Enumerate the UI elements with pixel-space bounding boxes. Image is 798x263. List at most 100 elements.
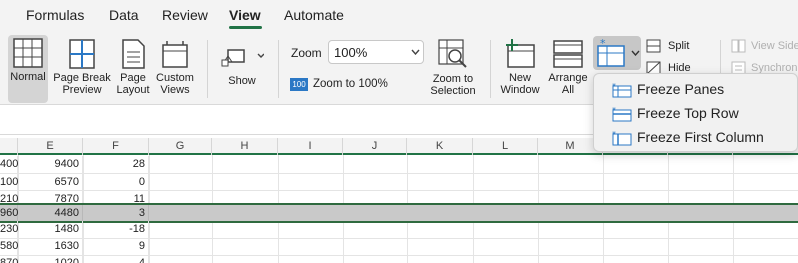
view-side-label: View Side bbox=[751, 40, 798, 52]
cell-d[interactable]: 960 bbox=[0, 205, 18, 222]
menu-item-freeze-panes[interactable]: * Freeze Panes bbox=[600, 78, 795, 100]
view-side-icon bbox=[731, 39, 746, 53]
new-window-icon bbox=[506, 39, 535, 68]
selected-table-row[interactable]: 960 4480 3 bbox=[0, 203, 798, 223]
freeze-top-row-icon: * bbox=[612, 106, 632, 122]
new-window-label-1: New bbox=[508, 72, 531, 84]
show-button[interactable]: Show bbox=[218, 36, 266, 87]
cell-d[interactable]: 870 bbox=[0, 255, 18, 263]
cell-f[interactable]: 4 bbox=[83, 255, 149, 263]
table-row[interactable]: 400 9400 28 bbox=[0, 156, 798, 174]
zoom-to-selection-button[interactable]: Zoom to Selection bbox=[426, 36, 480, 97]
column-header[interactable]: G bbox=[149, 138, 212, 155]
ribbon-separator bbox=[278, 40, 279, 98]
custom-views-label-1: Custom bbox=[156, 72, 194, 84]
column-header[interactable]: E bbox=[18, 138, 83, 155]
svg-text:*: * bbox=[612, 82, 616, 91]
normal-view-button[interactable]: Normal bbox=[8, 35, 48, 103]
zoom-selection-icon bbox=[438, 39, 467, 68]
freeze-first-column-icon: * bbox=[612, 130, 632, 146]
column-header[interactable]: L bbox=[473, 138, 538, 155]
column-header[interactable]: K bbox=[407, 138, 473, 155]
zoom-selection-label-1: Zoom to bbox=[432, 73, 474, 85]
svg-text:*: * bbox=[612, 130, 616, 139]
page-layout-icon bbox=[122, 39, 145, 69]
cell-f[interactable]: 0 bbox=[83, 173, 149, 191]
column-header[interactable]: H bbox=[212, 138, 278, 155]
ribbon-separator bbox=[490, 40, 491, 98]
active-tab-indicator bbox=[229, 26, 262, 29]
arrange-all-label-2: All bbox=[561, 84, 575, 96]
svg-text:*: * bbox=[600, 38, 606, 50]
chevron-down-icon bbox=[631, 50, 640, 56]
page-break-label-2: Preview bbox=[62, 84, 102, 96]
zoom-value: 100% bbox=[334, 45, 368, 60]
freeze-panes-menu: * Freeze Panes * Freeze Top Row * Freeze… bbox=[593, 73, 798, 152]
zoom-label: Zoom bbox=[291, 46, 322, 60]
arrange-all-label-1: Arrange bbox=[548, 72, 588, 84]
cell-d[interactable]: 580 bbox=[0, 238, 18, 255]
cell-f[interactable]: 3 bbox=[83, 205, 149, 222]
zoom-100-icon: 100 bbox=[290, 78, 308, 91]
custom-views-label-2: Views bbox=[160, 84, 190, 96]
cell-f[interactable]: 28 bbox=[83, 156, 149, 173]
custom-views-button[interactable]: Custom Views bbox=[154, 36, 196, 96]
zoom-to-100-label: Zoom to 100% bbox=[313, 78, 388, 90]
page-break-label-1: Page Break bbox=[53, 72, 111, 84]
zoom-selection-label-2: Selection bbox=[430, 85, 476, 97]
split-label: Split bbox=[668, 40, 690, 52]
freeze-top-row-label: Freeze Top Row bbox=[637, 105, 739, 121]
cell-e[interactable]: 1020 bbox=[18, 255, 83, 263]
freeze-panes-icon: * bbox=[612, 82, 632, 98]
arrange-all-icon bbox=[553, 40, 583, 68]
normal-view-icon bbox=[13, 38, 43, 68]
page-layout-button[interactable]: Page Layout bbox=[114, 36, 152, 96]
tab-automate[interactable]: Automate bbox=[284, 7, 344, 23]
show-icon bbox=[221, 49, 264, 67]
tab-review[interactable]: Review bbox=[162, 7, 208, 23]
table-row[interactable]: 870 1020 4 bbox=[0, 255, 798, 263]
freeze-panes-button[interactable]: * bbox=[593, 36, 641, 70]
cell-e[interactable]: 1630 bbox=[18, 238, 83, 255]
column-header[interactable]: F bbox=[83, 138, 149, 155]
ribbon-tab-bar: Formulas Data Review View Automate bbox=[0, 0, 798, 32]
freeze-panes-label: Freeze Panes bbox=[637, 81, 725, 97]
tab-formulas[interactable]: Formulas bbox=[26, 7, 84, 23]
cell-e[interactable]: 9400 bbox=[18, 156, 83, 173]
freeze-panes-icon: * bbox=[597, 38, 625, 67]
page-layout-label-1: Page bbox=[120, 72, 146, 84]
page-break-icon bbox=[69, 39, 95, 69]
excel-window: Formulas Data Review View Automate Norma… bbox=[0, 0, 798, 263]
table-row[interactable]: 230 1480 -18 bbox=[0, 221, 798, 239]
cell-d[interactable]: 100 bbox=[0, 173, 18, 191]
new-window-button[interactable]: New Window bbox=[498, 36, 542, 96]
custom-views-icon bbox=[162, 41, 188, 68]
tab-data[interactable]: Data bbox=[109, 7, 139, 23]
chevron-down-icon bbox=[411, 49, 420, 55]
column-header[interactable]: I bbox=[278, 138, 343, 155]
page-break-preview-button[interactable]: Page Break Preview bbox=[52, 36, 112, 96]
zoom-select[interactable]: 100% bbox=[328, 40, 424, 64]
page-layout-label-2: Layout bbox=[116, 84, 150, 96]
cell-e[interactable]: 1480 bbox=[18, 221, 83, 238]
cell-e[interactable]: 4480 bbox=[18, 205, 83, 222]
column-header-d[interactable] bbox=[0, 138, 18, 155]
column-header[interactable]: J bbox=[343, 138, 407, 155]
arrange-all-button[interactable]: Arrange All bbox=[546, 36, 590, 96]
svg-text:*: * bbox=[612, 106, 616, 115]
cell-d[interactable]: 230 bbox=[0, 221, 18, 238]
cell-e[interactable]: 6570 bbox=[18, 173, 83, 191]
new-window-label-2: Window bbox=[500, 84, 540, 96]
menu-item-freeze-first-column[interactable]: * Freeze First Column bbox=[600, 126, 795, 148]
tab-view[interactable]: View bbox=[229, 7, 261, 23]
show-label: Show bbox=[228, 75, 256, 87]
table-row[interactable]: 580 1630 9 bbox=[0, 238, 798, 256]
cell-f[interactable]: 9 bbox=[83, 238, 149, 255]
cell-d[interactable]: 400 bbox=[0, 156, 18, 173]
ribbon-separator bbox=[207, 40, 208, 98]
normal-label: Normal bbox=[10, 71, 46, 83]
menu-item-freeze-top-row[interactable]: * Freeze Top Row bbox=[600, 102, 795, 124]
table-row[interactable]: 100 6570 0 bbox=[0, 173, 798, 191]
freeze-first-column-label: Freeze First Column bbox=[637, 129, 764, 145]
cell-f[interactable]: -18 bbox=[83, 221, 149, 238]
